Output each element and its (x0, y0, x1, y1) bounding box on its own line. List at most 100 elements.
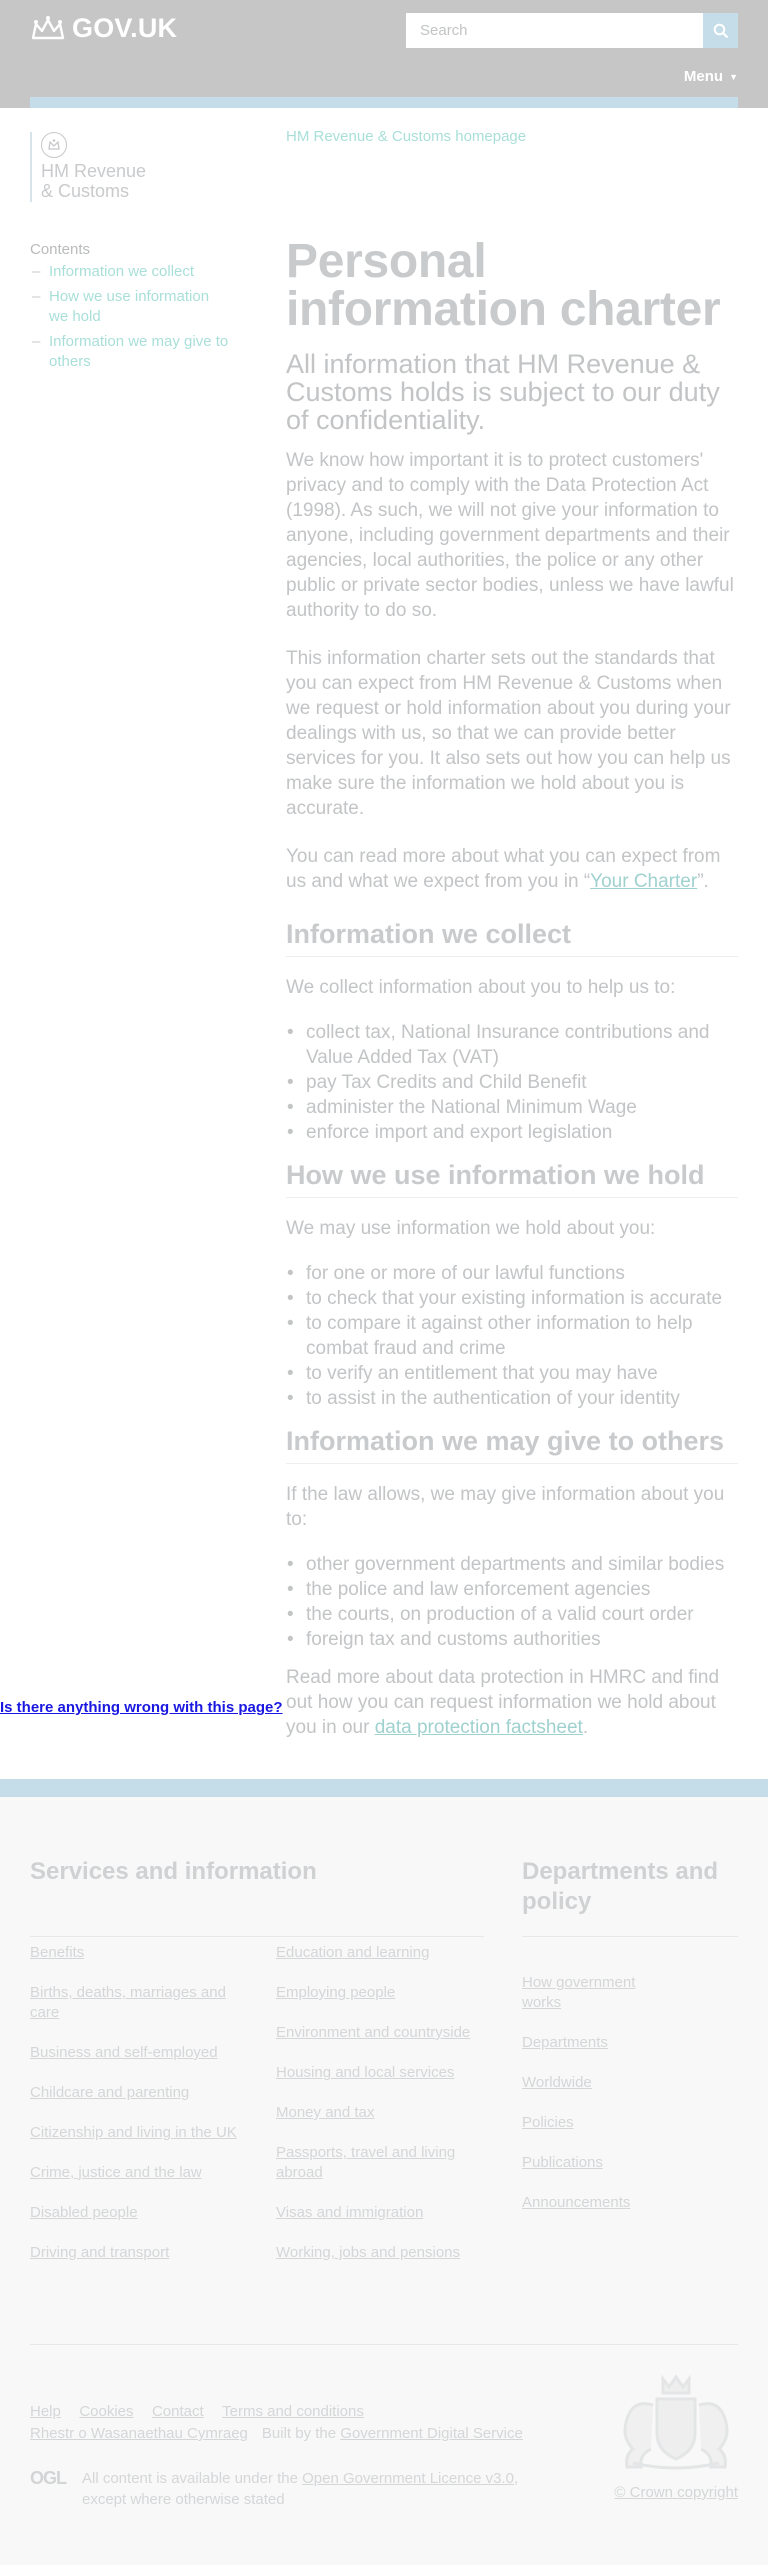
hmrc-homepage-link[interactable]: HM Revenue & Customs homepage (286, 128, 526, 145)
footer-link[interactable]: Disabled people (30, 2203, 138, 2223)
footer-link[interactable]: Housing and local services (276, 2063, 454, 2083)
search-input[interactable] (406, 13, 703, 48)
organisation-logo[interactable]: HM Revenue & Customs (30, 132, 146, 202)
crown-icon (31, 16, 65, 40)
section-intro: If the law allows, we may give informati… (286, 1484, 725, 1530)
contents-item-use[interactable]: How we use information we hold (30, 287, 230, 327)
footer-link[interactable]: Childcare and parenting (30, 2083, 189, 2103)
paragraph: Read more about data protection in HMRC … (286, 1665, 738, 1740)
licence-block: OGL All content is available under the O… (30, 2468, 552, 2510)
organisation-name-line1: HM Revenue (41, 161, 147, 181)
footer-link[interactable]: Citizenship and living in the UK (30, 2123, 237, 2143)
footer-link[interactable]: Environment and countryside (276, 2023, 470, 2043)
footer-link[interactable]: Employing people (276, 1983, 395, 2003)
footer-link[interactable]: Announcements (522, 2193, 630, 2213)
report-problem-link[interactable]: Is there anything wrong with this page? (0, 1699, 283, 1716)
logo-text: GOV.UK (72, 12, 178, 43)
paragraph: You can read more about what you can exp… (286, 844, 738, 894)
text: . (582, 1717, 589, 1738)
footer-link[interactable]: Money and tax (276, 2103, 374, 2123)
list-item: to assist in the authentication of your … (286, 1386, 738, 1411)
royal-crest-icon (41, 132, 67, 158)
divider (522, 1936, 738, 1937)
text: All content is available under the (82, 2470, 303, 2487)
main-content: Personal information charter All informa… (286, 238, 738, 1763)
footer-link[interactable]: Departments (522, 2033, 608, 2053)
footer-accent-bar (0, 1779, 768, 1797)
your-charter-link[interactable]: Your Charter (590, 871, 697, 892)
search-button[interactable] (703, 13, 738, 48)
lead-paragraph: All information that HM Revenue & Custom… (286, 349, 720, 435)
footer-link[interactable]: Working, jobs and pensions (276, 2243, 460, 2263)
help-link[interactable]: Help (30, 2403, 61, 2420)
footer-link[interactable]: Driving and transport (30, 2243, 169, 2263)
section-intro: We may use information we hold about you… (286, 1218, 656, 1239)
terms-link[interactable]: Terms and conditions (222, 2403, 364, 2420)
crown-copyright-link[interactable]: © Crown copyright (614, 2484, 738, 2501)
section-heading-collect: Information we collect (286, 917, 738, 957)
govuk-logo[interactable]: GOV.UK (30, 12, 177, 44)
site-footer: Services and information Benefits Births… (0, 1779, 768, 2565)
bullet-list: other government departments and similar… (286, 1552, 738, 1652)
contact-link[interactable]: Contact (152, 2403, 204, 2420)
list-item: administer the National Minimum Wage (286, 1095, 738, 1120)
footer-link[interactable]: Benefits (30, 1943, 84, 1963)
departments-heading: Departments and policy (522, 1858, 719, 1915)
page-title: Personal information charter (286, 235, 721, 336)
divider (30, 1936, 484, 1937)
royal-coat-of-arms-icon (623, 2374, 729, 2470)
search-form (406, 13, 738, 48)
bullet-list: for one or more of our lawful functions … (286, 1261, 738, 1411)
list-item: enforce import and export legislation (286, 1120, 738, 1145)
site-header: GOV.UK Menu ▼ (0, 0, 768, 108)
licence-text: All content is available under the Open … (82, 2468, 552, 2510)
contents-item-collect[interactable]: Information we collect (30, 262, 230, 282)
paragraph: We know how important it is to protect c… (286, 450, 734, 621)
footer-link[interactable]: Births, deaths, marriages and care (30, 1983, 245, 2023)
section-heading-use: How we use information we hold (286, 1158, 738, 1198)
menu-label: Menu (683, 68, 724, 85)
organisation-name-line2: & Customs (41, 181, 130, 201)
list-item: to verify an entitlement that you may ha… (286, 1361, 738, 1386)
contents-heading: Contents (30, 241, 91, 258)
footer-link[interactable]: Worldwide (522, 2073, 592, 2093)
ogl-logo-icon: OGL (30, 2468, 67, 2488)
gds-link[interactable]: Government Digital Service (340, 2425, 523, 2442)
list-item: other government departments and similar… (286, 1552, 738, 1577)
footer-link[interactable]: Passports, travel and living abroad (276, 2143, 486, 2183)
footer-link[interactable]: Business and self-employed (30, 2043, 218, 2063)
list-item: for one or more of our lawful functions (286, 1261, 738, 1286)
welsh-services-link[interactable]: Rhestr o Wasanaethau Cymraeg (30, 2425, 248, 2442)
footer-link[interactable]: Policies (522, 2113, 574, 2133)
ogl-link[interactable]: Open Government Licence v3.0 (302, 2470, 514, 2487)
contents-item-give[interactable]: Information we may give to others (30, 332, 230, 372)
list-item: collect tax, National Insurance contribu… (286, 1020, 738, 1070)
caret-down-icon: ▼ (729, 71, 738, 82)
bullet-list: collect tax, National Insurance contribu… (286, 1020, 738, 1145)
footer-meta-links: Help Cookies Contact Terms and condition… (30, 2401, 550, 2445)
footer-link[interactable]: Visas and immigration (276, 2203, 423, 2223)
footer-link[interactable]: Education and learning (276, 1943, 429, 1963)
services-heading: Services and information (30, 1858, 317, 1885)
list-item: foreign tax and customs authorities (286, 1627, 738, 1652)
section-intro: We collect information about you to help… (286, 977, 676, 998)
contents-nav: Contents Information we collect How we u… (30, 241, 230, 377)
list-item: the police and law enforcement agencies (286, 1577, 738, 1602)
header-accent-bar (30, 97, 738, 108)
list-item: pay Tax Credits and Child Benefit (286, 1070, 738, 1095)
data-protection-factsheet-link[interactable]: data protection factsheet (375, 1717, 583, 1738)
divider (30, 2344, 738, 2345)
footer-link[interactable]: Publications (522, 2153, 603, 2173)
built-by-text: Built by the (261, 2425, 341, 2442)
list-item: to compare it against other information … (286, 1311, 738, 1361)
list-item: the courts, on production of a valid cou… (286, 1602, 738, 1627)
search-icon (713, 23, 728, 38)
paragraph: This information charter sets out the st… (286, 648, 731, 819)
footer-link[interactable]: How government works (522, 1973, 662, 2013)
footer-link[interactable]: Crime, justice and the law (30, 2163, 202, 2183)
cookies-link[interactable]: Cookies (79, 2403, 133, 2420)
text: ”. (697, 871, 709, 892)
menu-button[interactable]: Menu ▼ (684, 68, 738, 85)
list-item: to check that your existing information … (286, 1286, 738, 1311)
section-heading-give: Information we may give to others (286, 1424, 738, 1464)
